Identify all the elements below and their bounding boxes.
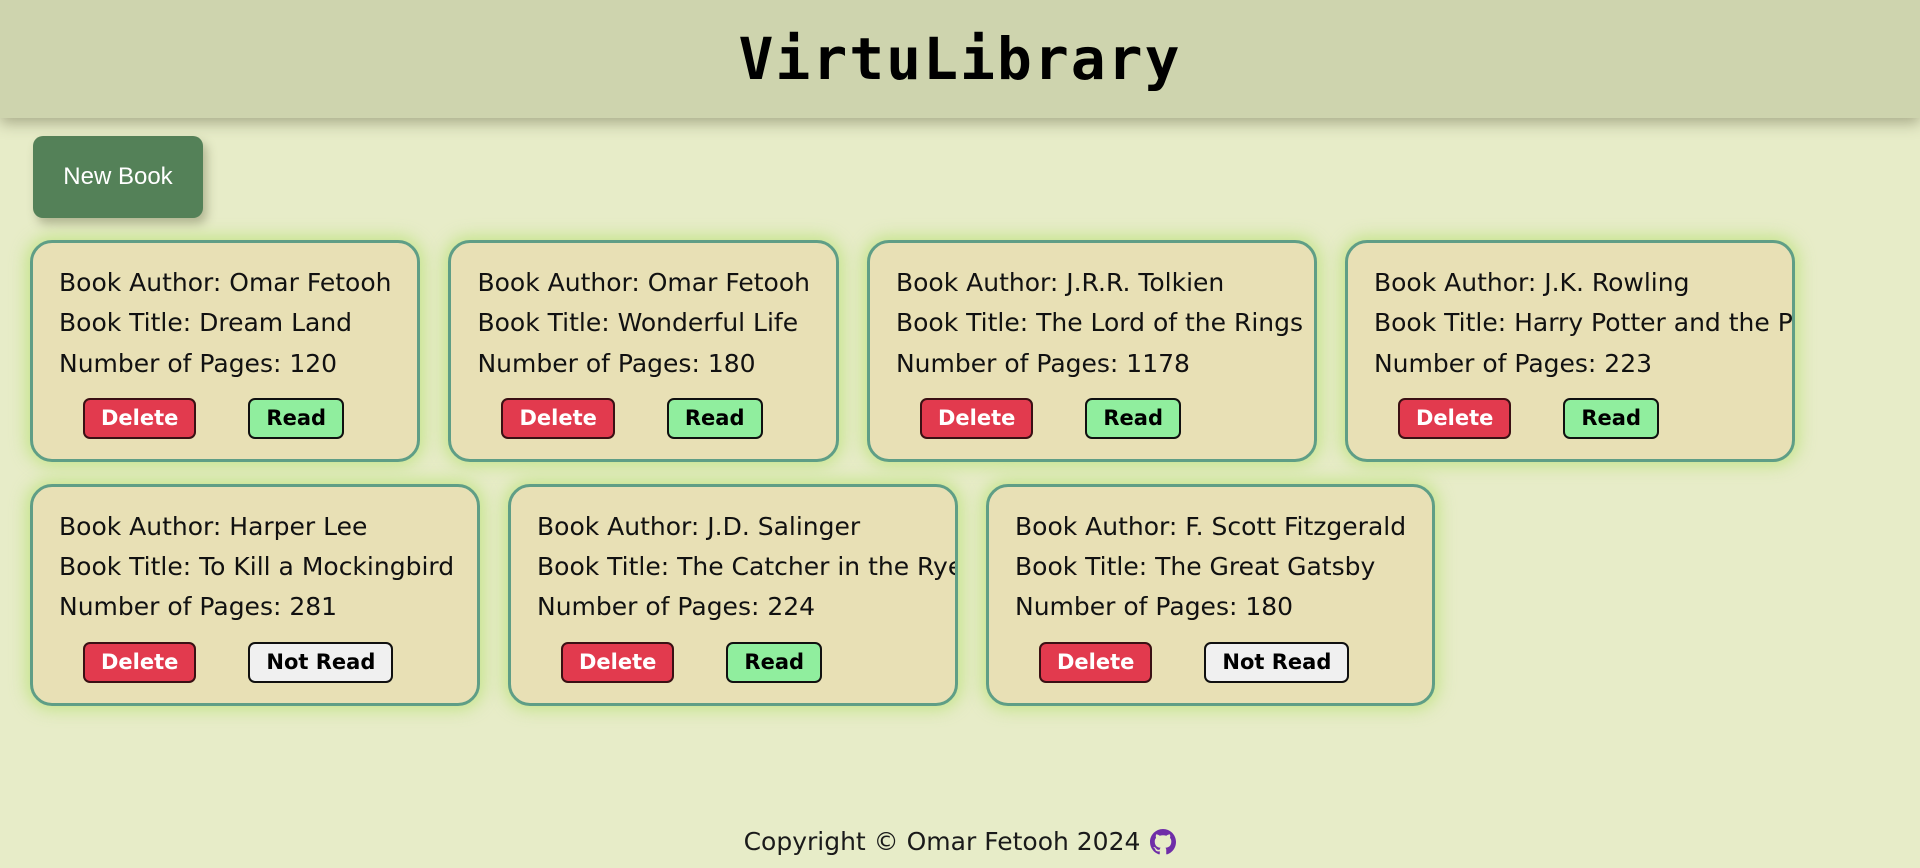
- book-pages: Number of Pages: 180: [1015, 592, 1294, 622]
- book-pages: Number of Pages: 281: [59, 592, 338, 622]
- card-actions: Delete Read: [59, 397, 391, 439]
- book-pages: Number of Pages: 180: [477, 348, 756, 378]
- read-button[interactable]: Read: [666, 397, 763, 439]
- book-title: Book Title: Wonderful Life: [477, 308, 799, 338]
- book-card: Book Author: F. Scott Fitzgerald Book Tit…: [986, 483, 1436, 706]
- book-pages: Number of Pages: 120: [59, 348, 338, 378]
- delete-button[interactable]: Delete: [561, 641, 675, 683]
- read-button[interactable]: Read: [1563, 397, 1659, 439]
- book-title: Book Title: To Kill a Mockingbird: [59, 552, 455, 582]
- book-pages: Number of Pages: 1178: [895, 348, 1190, 378]
- delete-button[interactable]: Delete: [501, 397, 615, 439]
- card-actions: Delete Read: [537, 641, 929, 683]
- new-book-button[interactable]: New Book: [33, 136, 203, 218]
- github-icon[interactable]: [1150, 828, 1177, 855]
- delete-button[interactable]: Delete: [919, 397, 1034, 439]
- card-actions: Delete Not Read: [1015, 641, 1406, 683]
- site-header: VirtuLibrary: [0, 0, 1920, 118]
- book-title: Book Title: Dream Land: [59, 308, 353, 338]
- book-author: Book Author: F. Scott Fitzgerald: [1015, 511, 1407, 541]
- book-pages: Number of Pages: 223: [1373, 348, 1653, 378]
- not-read-button[interactable]: Not Read: [248, 641, 394, 683]
- toolbar: New Book: [0, 118, 1920, 218]
- book-card: Book Author: Omar Fetooh Book Title: Drea…: [30, 240, 421, 462]
- delete-button[interactable]: Delete: [1397, 397, 1512, 439]
- book-author: Book Author: J.R.R. Tolkien: [895, 268, 1225, 297]
- card-actions: Delete Read: [477, 397, 809, 439]
- read-button[interactable]: Read: [726, 641, 823, 683]
- read-button[interactable]: Read: [248, 397, 345, 439]
- book-author: Book Author: J.K. Rowling: [1373, 268, 1690, 297]
- book-author: Book Author: Omar Fetooh: [59, 268, 392, 297]
- book-title: Book Title: The Catcher in the Rye: [537, 552, 958, 582]
- book-author: Book Author: J.D. Salinger: [537, 511, 861, 541]
- delete-button[interactable]: Delete: [83, 397, 197, 439]
- book-card-list: Book Author: Omar Fetooh Book Title: Drea…: [0, 218, 1900, 706]
- book-author: Book Author: Harper Lee: [59, 511, 368, 541]
- read-button[interactable]: Read: [1085, 397, 1181, 439]
- book-title: Book Title: The Great Gatsby: [1015, 552, 1376, 582]
- copyright-text: Copyright © Omar Fetooh 2024: [743, 827, 1141, 856]
- book-author: Book Author: Omar Fetooh: [477, 268, 810, 297]
- book-title: Book Title: The Lord of the Rings: [895, 308, 1304, 338]
- card-actions: Delete Read: [896, 397, 1288, 439]
- card-actions: Delete Read: [1374, 397, 1766, 439]
- book-title: Book Title: Harry Potter and the Phil: [1373, 308, 1795, 338]
- delete-button[interactable]: Delete: [83, 641, 197, 683]
- site-footer: Copyright © Omar Fetooh 2024: [0, 827, 1920, 856]
- page-title: VirtuLibrary: [738, 25, 1182, 93]
- delete-button[interactable]: Delete: [1039, 641, 1153, 683]
- not-read-button[interactable]: Not Read: [1204, 641, 1350, 683]
- book-card: Book Author: J.D. Salinger Book Title: Th…: [508, 483, 958, 706]
- book-card: Book Author: J.R.R. Tolkien Book Title: T…: [866, 240, 1317, 462]
- book-card: Book Author: J.K. Rowling Book Title: Har…: [1344, 240, 1795, 462]
- card-actions: Delete Not Read: [59, 641, 451, 683]
- book-pages: Number of Pages: 224: [537, 592, 816, 622]
- book-card: Book Author: Omar Fetooh Book Title: Wond…: [448, 240, 839, 462]
- book-card: Book Author: Harper Lee Book Title: To Ki…: [30, 483, 480, 706]
